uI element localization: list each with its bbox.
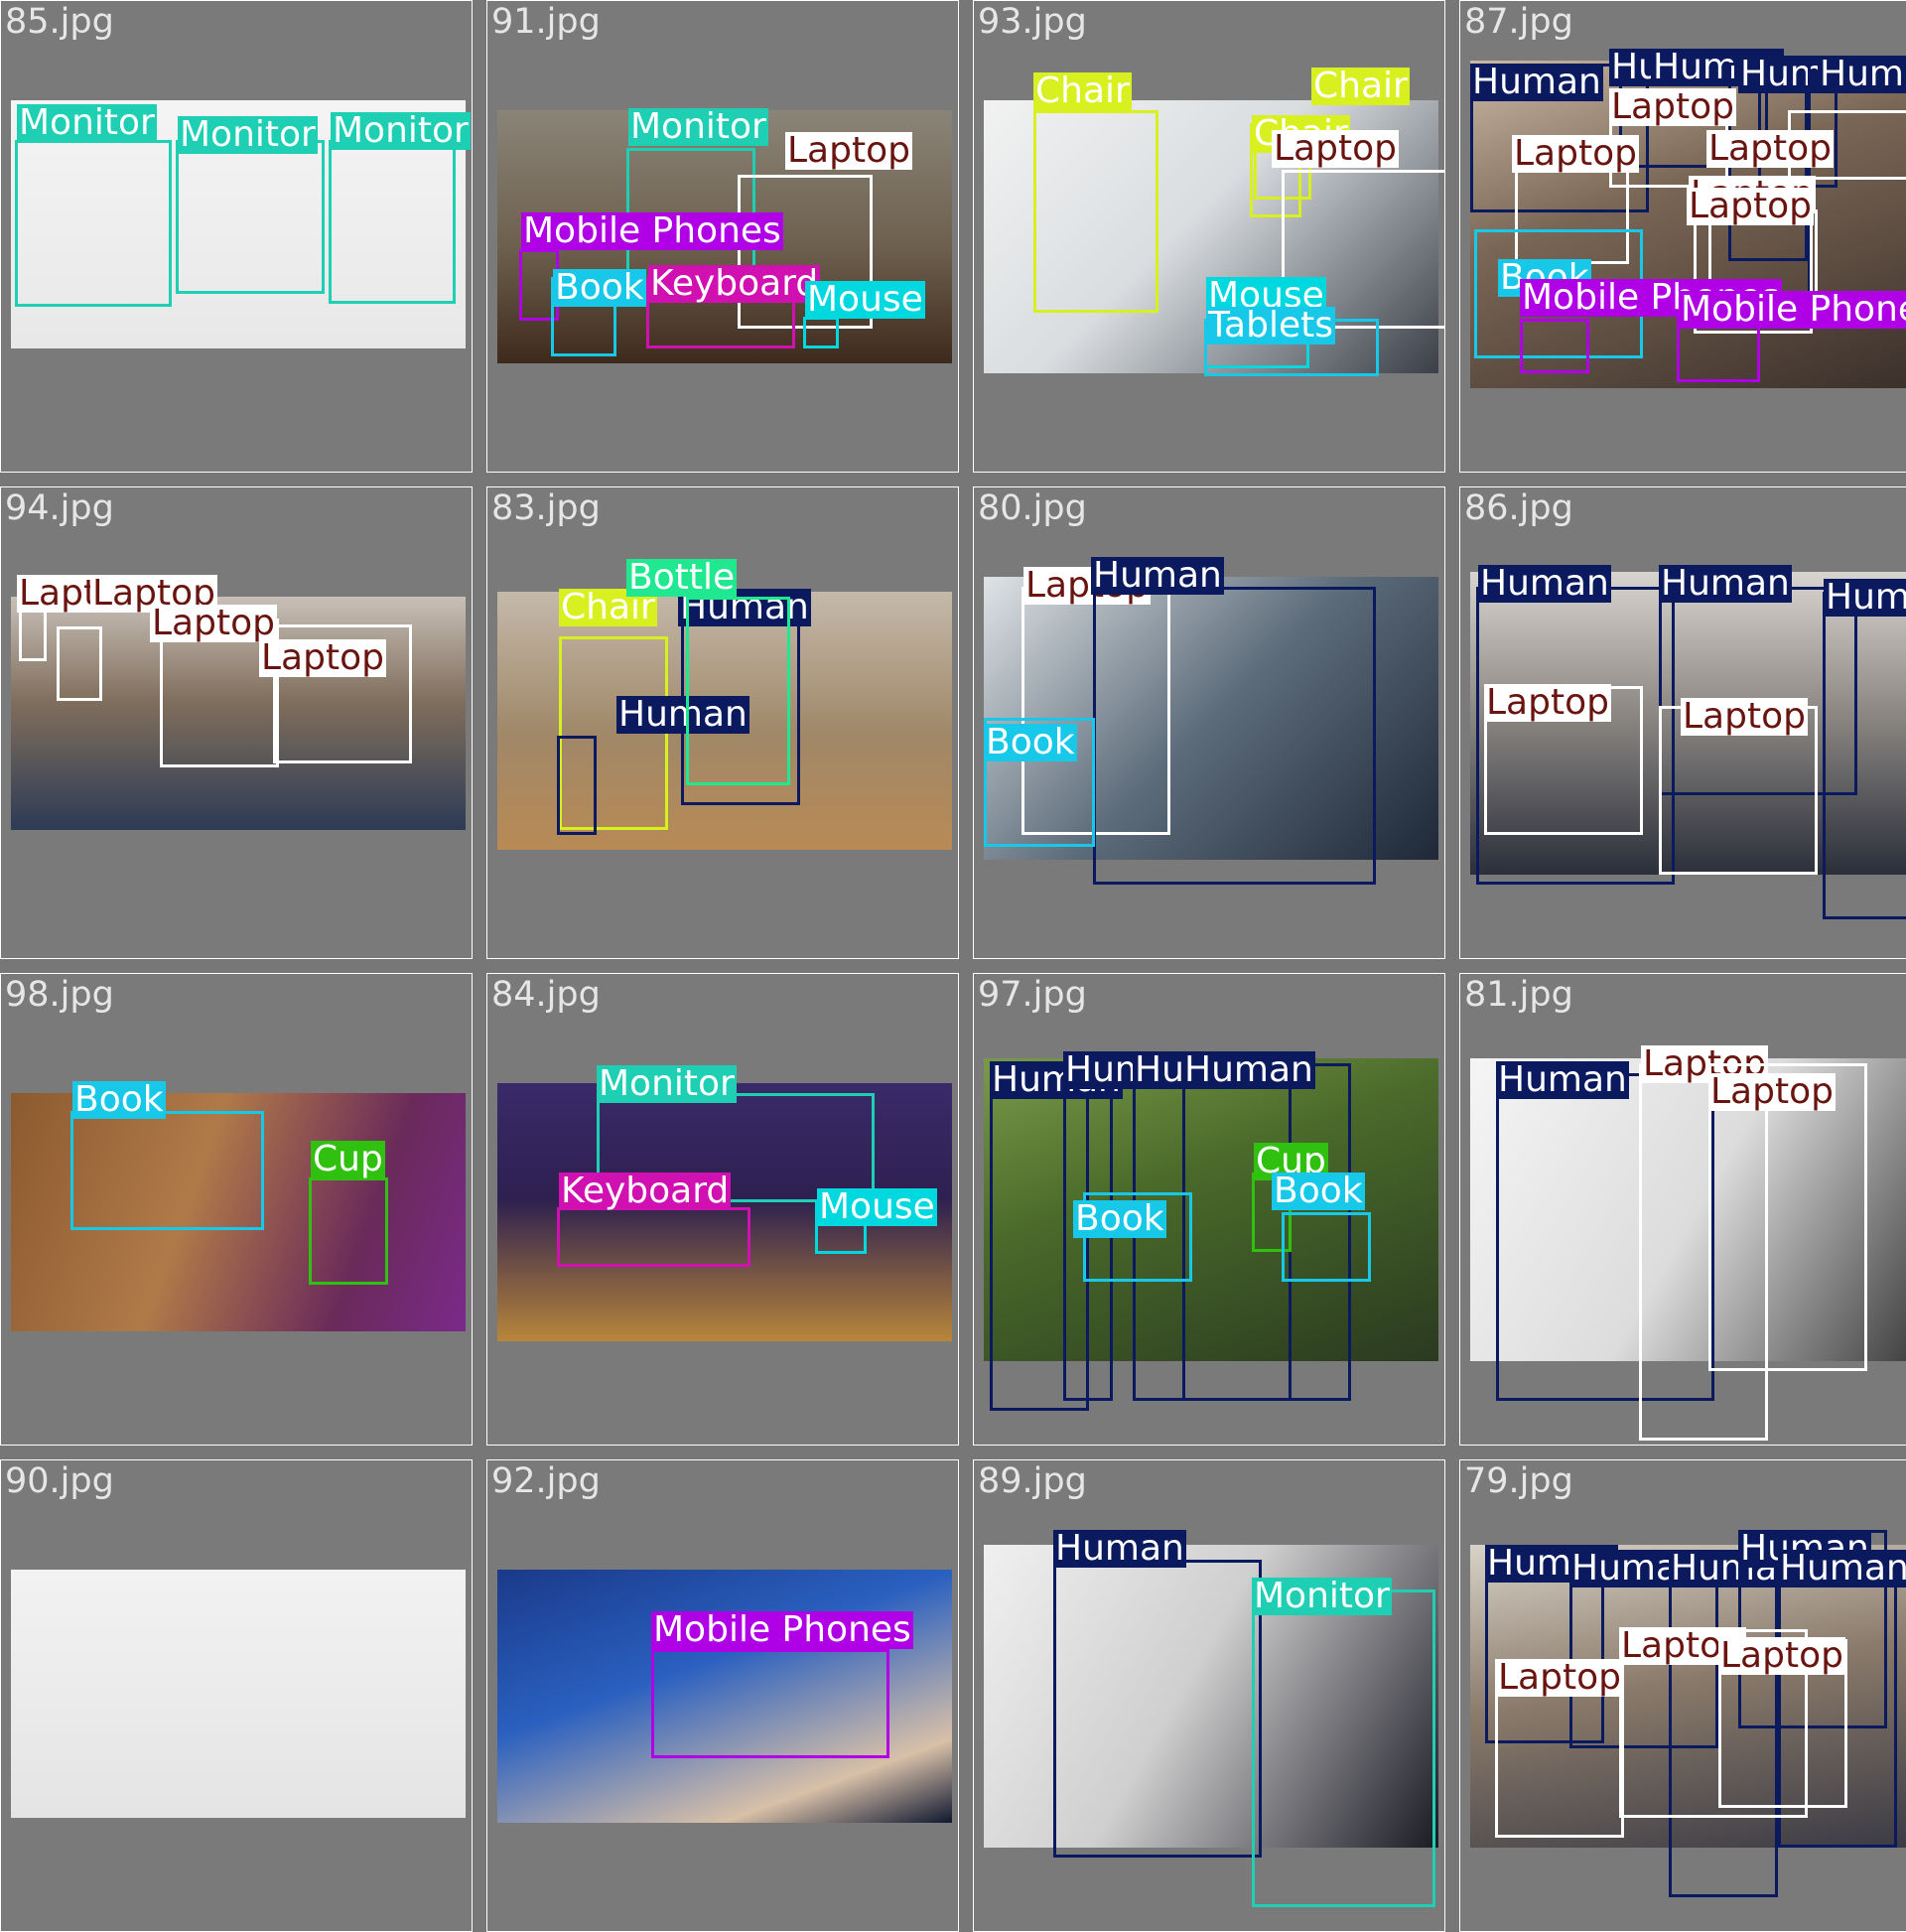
result-tile: 89.jpg Human Monitor	[973, 1459, 1445, 1932]
class-label-monitor: Monitor	[628, 106, 768, 147]
file-name-label: 85.jpg	[5, 2, 114, 42]
class-label-human: Human	[1470, 62, 1603, 102]
bounding-box-book	[70, 1111, 264, 1230]
class-label-human: Human	[1053, 1528, 1186, 1569]
class-label-human: Human	[1496, 1059, 1629, 1100]
class-label-mouse: Mouse	[817, 1186, 937, 1227]
bounding-box-cup	[309, 1177, 388, 1285]
detection-results-grid: 85.jpg Monitor Monitor Monitor 91.jpg Monitor…	[0, 0, 1906, 1932]
class-label-mouse: Mouse	[805, 279, 925, 320]
bounding-box-keyboard	[557, 1207, 750, 1267]
bounding-box-human	[557, 736, 597, 835]
file-name-label: 93.jpg	[978, 2, 1087, 42]
bounding-box-monitor	[1252, 1589, 1435, 1907]
class-label-mobile-phones: Mobile Phones	[521, 210, 783, 251]
class-label-monitor: Monitor	[17, 102, 157, 143]
class-label-laptop: Laptop	[1484, 682, 1611, 723]
class-label-human: Human	[1818, 56, 1906, 93]
class-label-human: Human	[1824, 579, 1906, 617]
bounding-box-human	[1823, 592, 1906, 919]
class-label-book: Book	[984, 722, 1077, 762]
file-name-label: 89.jpg	[978, 1461, 1087, 1501]
bounding-box-human	[1808, 56, 1906, 314]
class-label-monitor: Monitor	[178, 114, 318, 155]
bounding-box-book	[1282, 1212, 1371, 1282]
result-tile: 94.jpg Laptop Laptop Laptop Laptop	[0, 486, 473, 959]
bounding-box-mobile-phones	[1520, 319, 1589, 373]
file-name-label: 97.jpg	[978, 975, 1087, 1015]
class-label-mobile-phones: Mobile Phones	[651, 1609, 913, 1650]
class-label-book: Book	[1272, 1171, 1365, 1211]
class-label-laptop: Laptop	[1706, 128, 1834, 169]
class-label-laptop: Laptop	[1609, 86, 1736, 127]
result-tile: 90.jpg TOI	[0, 1459, 473, 1932]
class-label-monitor: Monitor	[331, 110, 471, 151]
result-tile: 84.jpg Monitor Keyboard Mouse	[486, 973, 959, 1446]
class-label-human: Human	[1659, 563, 1792, 604]
result-tile: 87.jpgHumanHumanHumanHumanHumanLaptopLap…	[1459, 0, 1906, 473]
file-name-label: 80.jpg	[978, 488, 1087, 528]
class-label-laptop: Laptop	[1708, 1071, 1836, 1112]
bounding-box-laptop	[57, 626, 102, 701]
class-label-human: Human	[1478, 563, 1611, 604]
file-name-label: 98.jpg	[5, 975, 114, 1015]
class-label-laptop: Laptop	[1681, 696, 1808, 737]
file-name-label: 79.jpg	[1464, 1461, 1573, 1501]
class-label-laptop: Laptop	[785, 130, 912, 171]
result-tile: 91.jpg Monitor Laptop Mobile Phones Book Keyb…	[486, 0, 959, 473]
bounding-box-human	[1053, 1560, 1262, 1858]
result-tile: 79.jpg Human Human Human Human Human Laptop Lap…	[1459, 1459, 1906, 1932]
class-label-tablets: Tablets	[1206, 305, 1335, 345]
result-tile: 93.jpgChairChairChairLaptopMouseTablets	[973, 0, 1445, 473]
class-label-cup: Cup	[311, 1139, 385, 1179]
class-label-laptop: Laptop	[1687, 186, 1814, 226]
class-label-human: Human	[1778, 1550, 1906, 1587]
class-label-laptop: Laptop	[259, 637, 386, 678]
result-tile: 92.jpg Mobile Phones	[486, 1459, 959, 1932]
result-tile: 85.jpg Monitor Monitor Monitor	[0, 0, 473, 473]
class-label-book: Book	[72, 1079, 166, 1120]
class-label-keyboard: Keyboard	[559, 1171, 732, 1211]
file-name-label: 92.jpg	[491, 1461, 601, 1501]
result-tile: 80.jpg Laptop Human Book	[973, 486, 1445, 959]
bounding-box-mobile-phones	[651, 1649, 889, 1758]
bounding-box-bottle	[686, 597, 790, 785]
class-label-keyboard: Keyboard	[648, 263, 821, 304]
class-label-book: Book	[553, 267, 646, 308]
file-name-label: 94.jpg	[5, 488, 114, 528]
class-label-chair: Chair	[1033, 70, 1132, 111]
result-tile: 83.jpg Chair Human Human Bottle	[486, 486, 959, 959]
result-tile: 86.jpg Human Human Human Laptop Laptop	[1459, 486, 1906, 959]
file-name-label: 90.jpg	[5, 1461, 114, 1501]
bounding-box-monitor	[329, 140, 456, 304]
class-label-laptop: Laptop	[1512, 133, 1639, 174]
result-tile: 97.jpgHumanHumanHumanHumanCupBookBook	[973, 973, 1445, 1446]
class-label-chair: Chair	[1311, 66, 1410, 106]
class-label-human: Human	[1182, 1049, 1315, 1090]
class-label-laptop: Laptop	[1718, 1635, 1845, 1676]
bounding-box-monitor	[15, 140, 172, 307]
bounding-box-human	[1093, 587, 1376, 885]
file-name-label: 87.jpg	[1464, 2, 1573, 42]
class-label-monitor: Monitor	[597, 1063, 737, 1104]
bounding-box-monitor	[176, 140, 325, 294]
class-label-mobile-phones: Mobile Phones	[1679, 291, 1906, 329]
source-photo: TOI	[11, 1570, 466, 1818]
file-name-label: 84.jpg	[491, 975, 601, 1015]
class-label-bottle: Bottle	[626, 557, 738, 598]
bounding-box-mouse	[803, 317, 839, 348]
result-tile: 81.jpg Human Laptop Laptop	[1459, 973, 1906, 1446]
file-name-label: 83.jpg	[491, 488, 601, 528]
file-name-label: 91.jpg	[491, 2, 601, 42]
class-label-human: Human	[1091, 555, 1224, 596]
bounding-box-chair	[1033, 110, 1158, 313]
class-label-laptop: Laptop	[1496, 1657, 1623, 1698]
file-name-label: 86.jpg	[1464, 488, 1573, 528]
class-label-laptop: Laptop	[150, 603, 277, 643]
class-label-laptop: Laptop	[1272, 128, 1399, 169]
result-tile: 98.jpg Book Cup	[0, 973, 473, 1446]
class-label-book: Book	[1073, 1198, 1166, 1239]
file-name-label: 81.jpg	[1464, 975, 1573, 1015]
class-label-monitor: Monitor	[1252, 1576, 1392, 1616]
